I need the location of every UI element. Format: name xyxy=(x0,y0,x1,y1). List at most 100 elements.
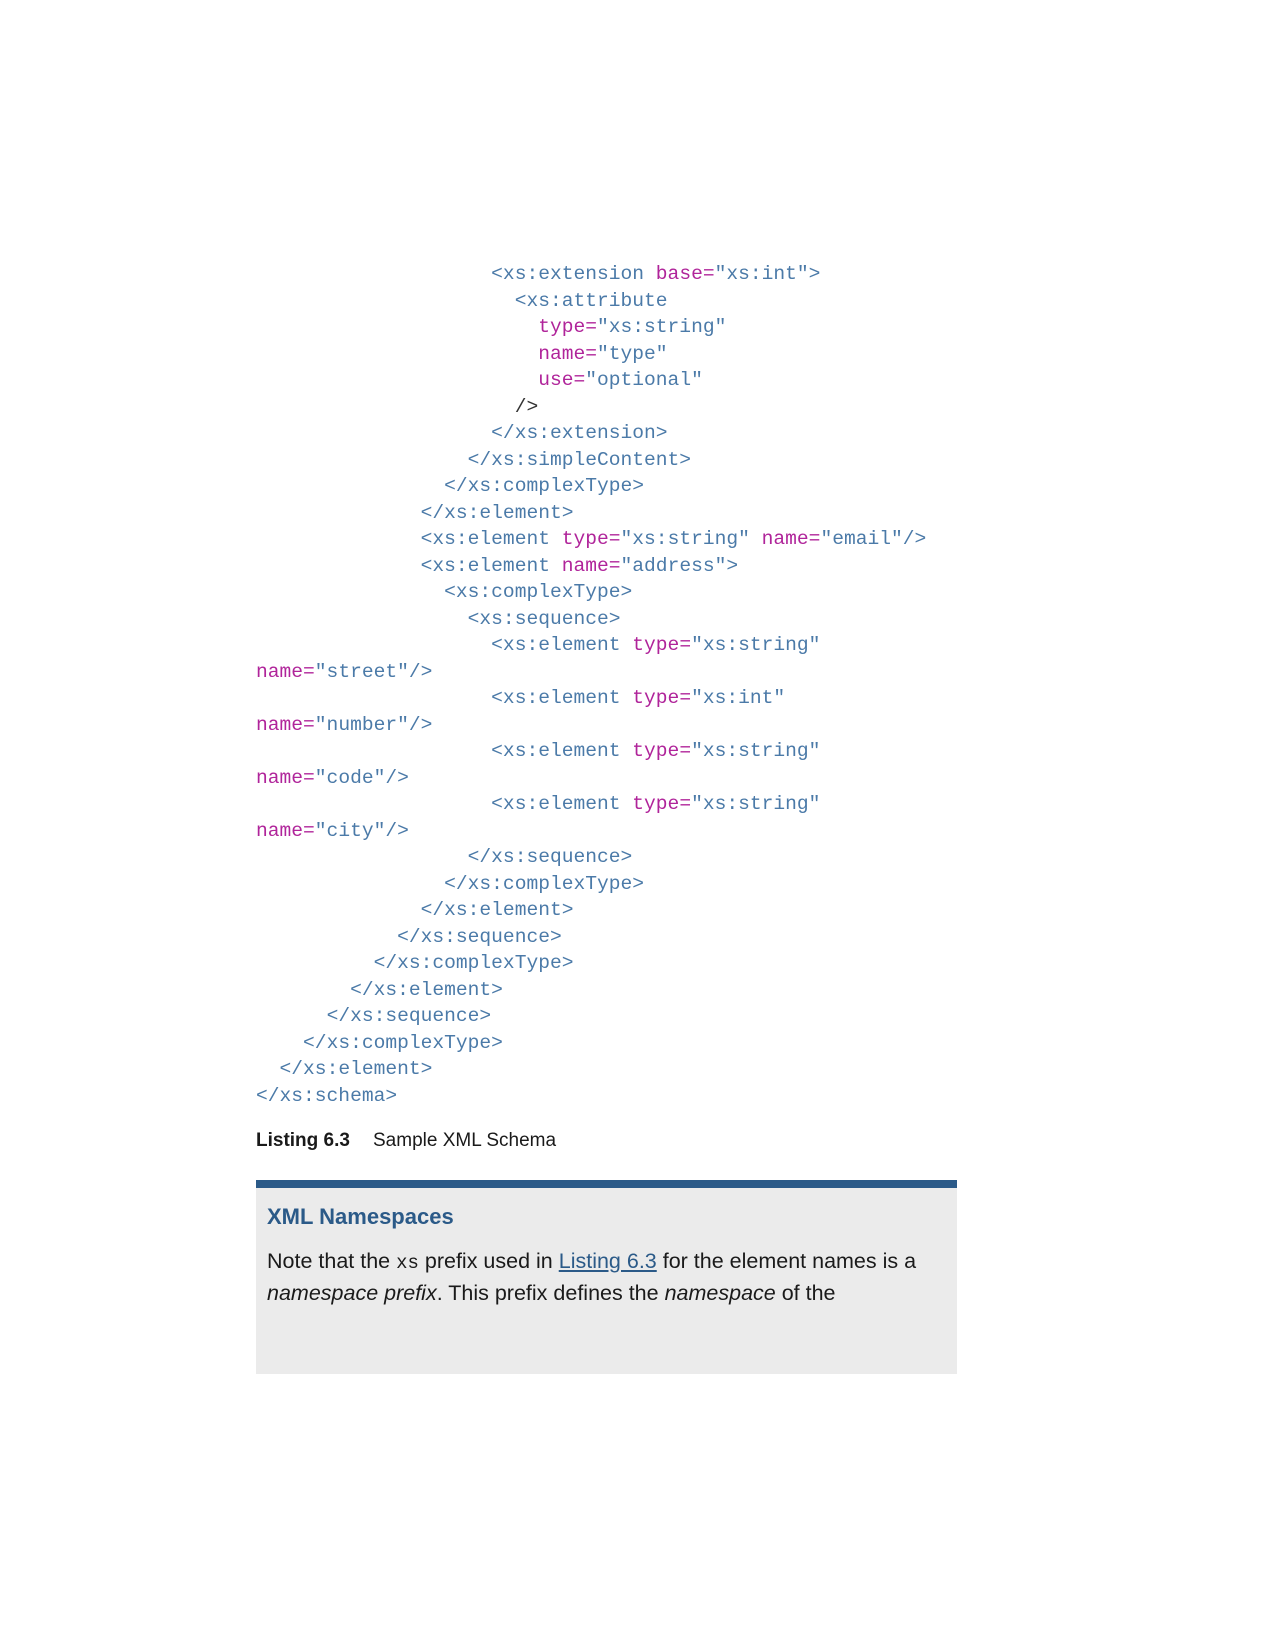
code-token-val: "address"> xyxy=(620,554,739,577)
emphasis-namespace: namespace xyxy=(664,1280,776,1305)
code-token-tag: <xs:element xyxy=(491,793,633,815)
code-line: </xs:sequence> xyxy=(256,924,926,951)
code-line: /> xyxy=(256,394,926,421)
code-token-val: "city"/> xyxy=(314,819,409,842)
code-token-tag: </xs:complexType> xyxy=(444,872,645,895)
code-line: </xs:simpleContent> xyxy=(256,447,926,474)
code-line: name="street"/> xyxy=(256,659,926,686)
code-token-tag: </xs:element> xyxy=(350,978,503,1001)
code-line: </xs:element> xyxy=(256,500,926,527)
code-token-val: "optional" xyxy=(585,369,703,391)
code-token-tag: </xs:extension> xyxy=(491,422,668,444)
code-token-tag: <xs:attribute xyxy=(514,289,668,312)
code-line: </xs:element> xyxy=(256,977,926,1004)
emphasis-namespace-prefix: namespace prefix xyxy=(267,1280,437,1305)
sidebar-title: XML Namespaces xyxy=(267,1204,454,1229)
sidebar-text: Note that the xyxy=(267,1249,397,1273)
code-token-tag: </xs:complexType> xyxy=(444,475,645,497)
code-token-attr: name= xyxy=(761,528,821,550)
code-token-plain: /> xyxy=(514,395,539,418)
code-token-tag: </xs:schema> xyxy=(256,1084,398,1107)
code-token-val: "email"/> xyxy=(820,528,927,550)
caption-text: Sample XML Schema xyxy=(373,1130,557,1151)
code-line: name="city"/> xyxy=(256,818,926,845)
code-line: <xs:element type="xs:string" xyxy=(256,738,926,765)
code-token-tag: <xs:element xyxy=(491,687,633,709)
sidebar-text: for the element names is a xyxy=(656,1249,917,1273)
code-token-val: "street"/> xyxy=(314,660,433,683)
code-token-val: "xs:string" xyxy=(620,528,762,550)
code-token-tag: <xs:sequence> xyxy=(467,607,621,630)
code-listing: <xs:extension base="xs:int"> <xs:attribu… xyxy=(256,261,926,1109)
code-token-attr: name= xyxy=(256,819,315,842)
code-line: <xs:element type="xs:string" xyxy=(256,791,926,818)
code-token-tag: </xs:sequence> xyxy=(397,925,562,948)
code-line: <xs:sequence> xyxy=(256,606,926,633)
code-token-tag: </xs:element> xyxy=(279,1058,433,1080)
code-token-attr: base= xyxy=(655,263,715,285)
code-token-attr: type= xyxy=(632,740,692,762)
code-token-tag: </xs:complexType> xyxy=(303,1031,503,1054)
code-token-attr: use= xyxy=(538,369,586,391)
code-line: </xs:sequence> xyxy=(256,1003,926,1030)
code-token-attr: type= xyxy=(538,316,597,338)
code-token-val: "xs:string" xyxy=(691,634,821,656)
code-line: <xs:element type="xs:string" name="email… xyxy=(256,526,927,553)
code-line: <xs:extension base="xs:int"> xyxy=(256,261,926,288)
code-token-attr: type= xyxy=(632,634,692,656)
code-line: </xs:complexType> xyxy=(256,950,926,977)
code-line: </xs:complexType> xyxy=(256,871,926,898)
namespace-sidebar: XML Namespaces Note that the xs prefix u… xyxy=(256,1180,957,1374)
code-token-tag: </xs:element> xyxy=(420,899,574,921)
code-line: </xs:schema> xyxy=(256,1083,926,1110)
code-line: </xs:element> xyxy=(256,1056,926,1083)
code-token-val: "xs:int"> xyxy=(714,263,821,285)
code-line: </xs:sequence> xyxy=(256,844,926,871)
code-token-val: "xs:string" xyxy=(597,316,727,338)
code-token-val: "xs:int" xyxy=(691,687,786,709)
listing-caption: Listing 6.3 Sample XML Schema xyxy=(256,1130,556,1152)
code-line: <xs:element name="address"> xyxy=(256,553,926,580)
code-prefix: xs xyxy=(396,1252,419,1274)
code-line: name="type" xyxy=(256,341,926,368)
code-line: <xs:complexType> xyxy=(256,579,926,606)
sidebar-text: . This prefix defines the xyxy=(436,1280,665,1305)
caption-label: Listing 6.3 xyxy=(256,1130,350,1151)
code-token-tag: <xs:element xyxy=(491,634,633,656)
code-token-tag: </xs:complexType> xyxy=(373,952,574,974)
document-page: <xs:extension base="xs:int"> <xs:attribu… xyxy=(0,0,1275,1649)
code-line: <xs:attribute xyxy=(256,288,926,315)
code-token-val: "number"/> xyxy=(314,713,433,736)
code-token-tag: </xs:element> xyxy=(420,501,574,524)
code-token-tag: <xs:extension xyxy=(491,263,656,285)
code-line: <xs:element type="xs:int" xyxy=(256,685,926,712)
code-line: </xs:extension> xyxy=(256,420,926,447)
code-token-attr: name= xyxy=(561,554,621,577)
sidebar-text: prefix used in xyxy=(418,1249,559,1273)
code-token-attr: name= xyxy=(256,713,315,736)
code-token-val: "type" xyxy=(597,342,668,365)
code-line: type="xs:string" xyxy=(256,314,926,341)
code-token-tag: </xs:simpleContent> xyxy=(467,448,692,471)
code-line: <xs:element type="xs:string" xyxy=(256,632,926,659)
listing-link[interactable]: Listing 6.3 xyxy=(559,1249,657,1273)
code-line: name="code"/> xyxy=(256,765,926,792)
code-token-attr: name= xyxy=(256,766,315,789)
code-token-attr: type= xyxy=(632,793,692,815)
code-token-attr: type= xyxy=(632,687,692,709)
code-token-val: "xs:string" xyxy=(691,793,821,815)
code-token-attr: name= xyxy=(256,660,315,683)
code-line: </xs:element> xyxy=(256,897,926,924)
code-token-tag: <xs:element xyxy=(420,554,562,577)
code-line: </xs:complexType> xyxy=(256,473,926,500)
sidebar-text: of the xyxy=(775,1280,836,1305)
code-token-tag: </xs:sequence> xyxy=(467,846,633,868)
code-token-tag: <xs:complexType> xyxy=(444,581,633,603)
code-token-attr: name= xyxy=(538,342,597,365)
code-token-val: "xs:string" xyxy=(691,740,821,762)
code-token-tag: <xs:element xyxy=(420,528,562,550)
code-line: use="optional" xyxy=(256,367,926,394)
code-line: </xs:complexType> xyxy=(256,1030,926,1057)
code-token-tag: </xs:sequence> xyxy=(326,1005,492,1027)
code-line: name="number"/> xyxy=(256,712,926,739)
